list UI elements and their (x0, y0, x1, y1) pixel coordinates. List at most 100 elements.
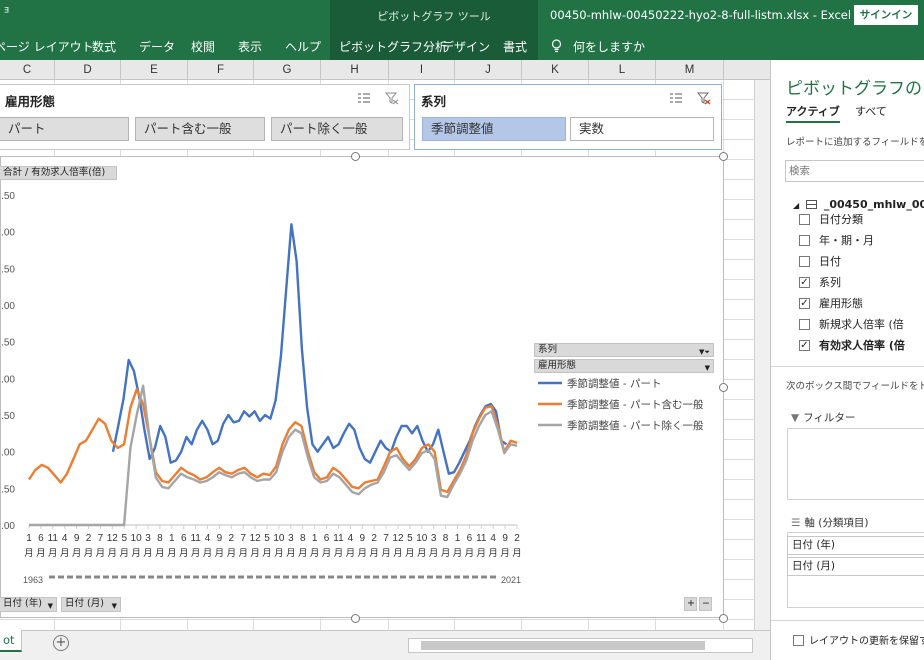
x-month-suffix: 月 (250, 548, 260, 559)
resize-handle-top-right[interactable] (719, 152, 728, 161)
column-header-m[interactable]: M (656, 60, 724, 80)
tab-formulas[interactable]: 数式 (92, 38, 116, 55)
pane-tab-active[interactable]: アクティブ (786, 103, 840, 123)
x-tick-label: 11 (48, 533, 59, 544)
field-item[interactable]: ✓ 雇用形態 (799, 296, 863, 312)
x-tick-label: 3 (431, 533, 437, 544)
field-checkbox[interactable] (799, 214, 810, 225)
table-tree-node[interactable]: ◢ _00450_mhlw_00 (793, 198, 924, 211)
pivot-chart[interactable]: 0.00 0.50 1.00 1.50 2.00 2.50 3.00 3.50 4.00 4.50… (0, 156, 724, 618)
slicer-employment-type[interactable]: 雇用形態 パート パート含む一般 パート除く一般 (0, 84, 410, 150)
ribbon-tabs: ページ レイアウト 数式 データ 校閲 表示 ヘルプ ピボットグラフ分析 デザイ… (0, 32, 924, 60)
multi-select-icon[interactable] (357, 91, 371, 105)
legend-field-series[interactable]: 系列 ▼⏷ (534, 343, 714, 357)
clear-filter-icon[interactable] (697, 91, 711, 105)
slicer-item-incl-part[interactable]: パート含む一般 (135, 117, 265, 141)
tab-pivotchart-analyze[interactable]: ピボットグラフ分析 (339, 38, 447, 55)
field-checkbox[interactable]: ✓ (799, 298, 810, 309)
axis-item-year[interactable]: 日付 (年)▼ (787, 536, 924, 555)
column-header-l[interactable]: L (589, 60, 656, 80)
vertical-scrollbar[interactable] (754, 80, 770, 630)
column-header-c[interactable]: C (0, 60, 55, 80)
pane-tab-all[interactable]: すべて (855, 103, 887, 119)
resize-handle-bottom-right[interactable] (719, 614, 728, 623)
add-sheet-icon[interactable]: + (53, 635, 69, 651)
collapse-icon[interactable]: ◢ (793, 201, 799, 210)
x-month-suffix: 月 (417, 548, 427, 559)
resize-handle-top[interactable] (351, 152, 360, 161)
horizontal-scroll-thumb[interactable] (421, 641, 705, 650)
column-header-f[interactable]: F (188, 60, 254, 80)
field-item[interactable]: ✓ 系列 (799, 275, 841, 291)
tab-page-layout[interactable]: ページ レイアウト (0, 38, 94, 55)
column-header-j[interactable]: J (455, 60, 522, 80)
x-tick-label: 3 (288, 533, 294, 544)
signin-button[interactable]: サインイン (854, 5, 918, 25)
horizontal-scrollbar[interactable] (408, 638, 753, 653)
tell-me-box[interactable]: 何をしますか (573, 38, 645, 55)
slicer-series[interactable]: 系列 季節調整値 実数 (414, 84, 722, 150)
pivotchart-fields-pane: ピボットグラフのフィ アクティブ すべて レポートに追加するフィールドを選 検索… (770, 60, 924, 660)
multi-select-icon[interactable] (669, 91, 683, 105)
collapse-field-button[interactable]: − (699, 597, 712, 611)
column-header-h[interactable]: H (321, 60, 389, 80)
field-checkbox[interactable] (799, 235, 810, 246)
slicer-item-actual[interactable]: 実数 (570, 117, 714, 141)
column-header-i[interactable]: I (389, 60, 455, 80)
defer-checkbox[interactable] (793, 635, 804, 646)
x-month-suffix: 月 (203, 548, 213, 559)
tab-help[interactable]: ヘルプ (285, 38, 321, 55)
x-tick-label: 12 (250, 533, 262, 544)
context-tool-title: ピボットグラフ ツール (377, 10, 491, 23)
tab-format[interactable]: 書式 (503, 38, 527, 55)
expand-field-button[interactable]: + (684, 597, 697, 611)
quick-access-icon[interactable]: ᴲ (4, 6, 9, 21)
field-search-input[interactable]: 検索 (785, 160, 924, 182)
field-item[interactable]: 新規求人倍率 (倍 (799, 317, 904, 333)
y-tick-label: 1.00 (1, 448, 15, 459)
filter-area-box[interactable] (787, 428, 924, 500)
field-item[interactable]: ✓ 有効求人倍率 (倍 (799, 338, 905, 354)
title-bar: ᴲ ピボットグラフ ツール 00450-mhlw-00450222-hyo2-8… (0, 0, 924, 32)
slicer-item-part[interactable]: パート (0, 117, 129, 141)
field-item[interactable]: 日付分類 (799, 212, 863, 228)
y-tick-label: 4.00 (1, 228, 15, 239)
field-item[interactable]: 日付 (799, 254, 841, 270)
axis-field-month[interactable]: 日付 (月) ▼ (61, 597, 121, 612)
axis-field-year[interactable]: 日付 (年) ▼ (0, 597, 57, 612)
column-header-g[interactable]: G (254, 60, 321, 80)
axis-item-month[interactable]: 日付 (月)▼ (787, 557, 924, 576)
value-field-button[interactable]: 合計 / 有効求人倍率(倍) (0, 166, 117, 180)
slicer-item-seasonal[interactable]: 季節調整値 (422, 117, 566, 141)
resize-handle-right[interactable] (719, 383, 728, 392)
tab-view[interactable]: 表示 (238, 38, 262, 55)
x-month-suffix: 月 (238, 548, 248, 559)
column-header-d[interactable]: D (55, 60, 121, 80)
legend-field-employment[interactable]: 雇用形態 ▼ (534, 359, 714, 373)
x-tick-label: 10 (416, 533, 428, 544)
column-header-k[interactable]: K (522, 60, 589, 80)
x-tick-label: 4 (490, 533, 496, 544)
tab-design[interactable]: デザイン (442, 38, 490, 55)
legend-label: 季節調整値 - パート含む一般 (567, 398, 704, 411)
tab-data[interactable]: データ (139, 38, 175, 55)
x-month-suffix: 月 (96, 548, 106, 559)
sheet-tab-active[interactable]: ot (0, 630, 22, 652)
x-month-suffix: 月 (381, 548, 391, 559)
field-checkbox[interactable]: ✓ (799, 277, 810, 288)
y-tick-label: 0.50 (1, 484, 15, 495)
clear-filter-icon[interactable] (385, 91, 399, 105)
field-checkbox[interactable] (799, 256, 810, 267)
field-checkbox[interactable]: ✓ (799, 340, 810, 351)
column-header-e[interactable]: E (121, 60, 188, 80)
resize-handle-bottom[interactable] (351, 614, 360, 623)
field-item[interactable]: 年・期・月 (799, 233, 874, 249)
x-month-suffix: 月 (131, 548, 141, 559)
field-checkbox[interactable] (799, 319, 810, 330)
drag-hint: 次のボックス間でフィールドをドラ (786, 381, 924, 392)
x-month-suffix: 月 (477, 548, 487, 559)
tab-review[interactable]: 校閲 (191, 38, 215, 55)
defer-update-option[interactable]: レイアウトの更新を保留す (793, 632, 924, 647)
slicer-item-excl-part[interactable]: パート除く一般 (271, 117, 403, 141)
x-month-suffix: 月 (500, 548, 510, 559)
